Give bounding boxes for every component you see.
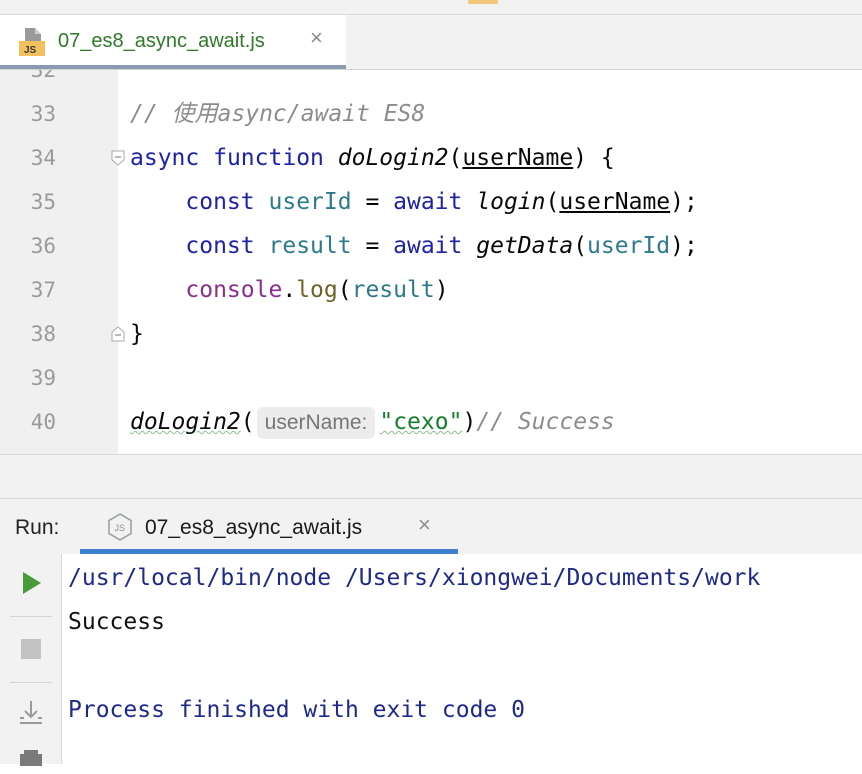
paren: ( <box>337 277 352 303</box>
operator: = <box>351 233 394 259</box>
print-icon[interactable] <box>16 744 46 774</box>
comment: // 使用async/await ES8 <box>130 101 426 127</box>
argument: userName <box>559 189 671 215</box>
keyword-const: const <box>185 233 255 259</box>
code-line-39: 39 <box>0 356 862 400</box>
code-text[interactable]: console.log(result) <box>130 268 449 312</box>
paren: ) <box>462 409 477 435</box>
window-top-strip <box>0 0 862 15</box>
paren-brace: ) { <box>573 145 615 171</box>
line-number: 36 <box>30 234 56 258</box>
js-file-icon: JS <box>19 28 45 56</box>
function-name: doLogin2 <box>337 145 449 171</box>
paren: ( <box>545 189 560 215</box>
run-tool-window-header: Run: JS 07_es8_async_await.js × <box>0 498 862 555</box>
keyword-const: const <box>185 189 255 215</box>
argument: result <box>351 277 435 303</box>
line-number: 39 <box>30 366 56 390</box>
comment: // Success <box>476 409 615 435</box>
operator: = <box>351 189 394 215</box>
code-text[interactable]: // 使用async/await ES8 <box>130 92 425 136</box>
paren: ) <box>434 277 449 303</box>
code-line-36: 36 const result = await getData(userId); <box>0 224 862 268</box>
argument: userId <box>587 233 671 259</box>
variable: userId <box>268 189 352 215</box>
line-number: 40 <box>30 410 56 434</box>
keyword-await: await <box>393 189 463 215</box>
toolbar-divider <box>10 616 52 617</box>
keyword-await: await <box>393 233 463 259</box>
scroll-to-end-icon[interactable] <box>16 698 46 728</box>
svg-text:JS: JS <box>115 523 126 533</box>
editor-tab-active[interactable]: JS 07_es8_async_await.js × <box>0 15 346 69</box>
paren: ); <box>670 233 698 259</box>
method-log: log <box>296 277 338 303</box>
active-tab-indicator <box>0 65 346 69</box>
parameter-hint: userName: <box>256 406 376 439</box>
svg-text:JS: JS <box>24 45 37 56</box>
code-line-35: 35 const userId = await login(userName); <box>0 180 862 224</box>
console-toolbar <box>0 554 62 766</box>
toolbar-divider <box>10 682 52 683</box>
play-icon[interactable] <box>16 568 46 598</box>
run-tab-title: 07_es8_async_await.js <box>145 516 363 539</box>
line-number: 34 <box>30 146 56 170</box>
code-editor[interactable]: 32 33 // 使用async/await ES8 34 async func… <box>0 70 862 454</box>
fold-close-icon[interactable] <box>110 326 126 342</box>
paren: ( <box>573 233 588 259</box>
code-text[interactable]: } <box>130 312 144 356</box>
code-line-38: 38 } <box>0 312 862 356</box>
function-call: doLogin2 <box>130 409 241 435</box>
paren: ( <box>448 145 463 171</box>
keyword-function: function <box>213 145 324 171</box>
line-number: 38 <box>30 322 56 346</box>
editor-tab-bar: JS 07_es8_async_await.js × <box>0 15 862 70</box>
code-line-34: 34 async function doLogin2(userName) { <box>0 136 862 180</box>
line-number: 37 <box>30 278 56 302</box>
console-object: console <box>185 277 283 303</box>
code-line-40: 40 doLogin2(userName: "cexo")// Success <box>0 400 862 444</box>
function-call: getData <box>476 233 574 259</box>
line-number: 32 <box>30 70 56 82</box>
console-exit-line: Process finished with exit code 0 <box>68 697 525 723</box>
stop-icon[interactable] <box>16 634 46 664</box>
keyword-async: async <box>130 145 200 171</box>
run-label: Run: <box>15 516 60 539</box>
paren: ); <box>670 189 698 215</box>
code-line-33: 33 // 使用async/await ES8 <box>0 92 862 136</box>
console-output[interactable]: /usr/local/bin/node /Users/xiongwei/Docu… <box>62 554 862 764</box>
editor-tab-title: 07_es8_async_await.js <box>58 30 265 52</box>
code-text[interactable]: const result = await getData(userId); <box>130 224 698 268</box>
console-command-line[interactable]: /usr/local/bin/node /Users/xiongwei/Docu… <box>68 556 760 600</box>
run-tab-active[interactable]: JS 07_es8_async_await.js × <box>80 499 458 554</box>
paren: ( <box>240 409 255 435</box>
code-text[interactable]: async function doLogin2(userName) { <box>130 136 615 180</box>
close-icon[interactable]: × <box>418 514 431 536</box>
line-number: 33 <box>30 102 56 126</box>
console-output-line: Success <box>68 609 165 635</box>
code-line-37: 37 console.log(result) <box>0 268 862 312</box>
code-text[interactable]: doLogin2(userName: "cexo")// Success <box>130 400 615 444</box>
function-call: login <box>476 189 546 215</box>
fold-open-icon[interactable] <box>110 150 126 166</box>
code-text[interactable]: const userId = await login(userName); <box>130 180 698 224</box>
close-icon[interactable]: × <box>310 27 323 49</box>
code-line-32: 32 <box>0 70 862 92</box>
nodejs-icon: JS <box>108 513 132 541</box>
line-number: 35 <box>30 190 56 214</box>
editor-bottom-divider <box>0 454 862 499</box>
param: userName <box>462 145 574 171</box>
variable: result <box>268 233 352 259</box>
brace: } <box>130 321 144 347</box>
dot: . <box>282 277 297 303</box>
folder-icon-partial <box>468 0 498 4</box>
string-literal: "cexo" <box>379 409 463 435</box>
